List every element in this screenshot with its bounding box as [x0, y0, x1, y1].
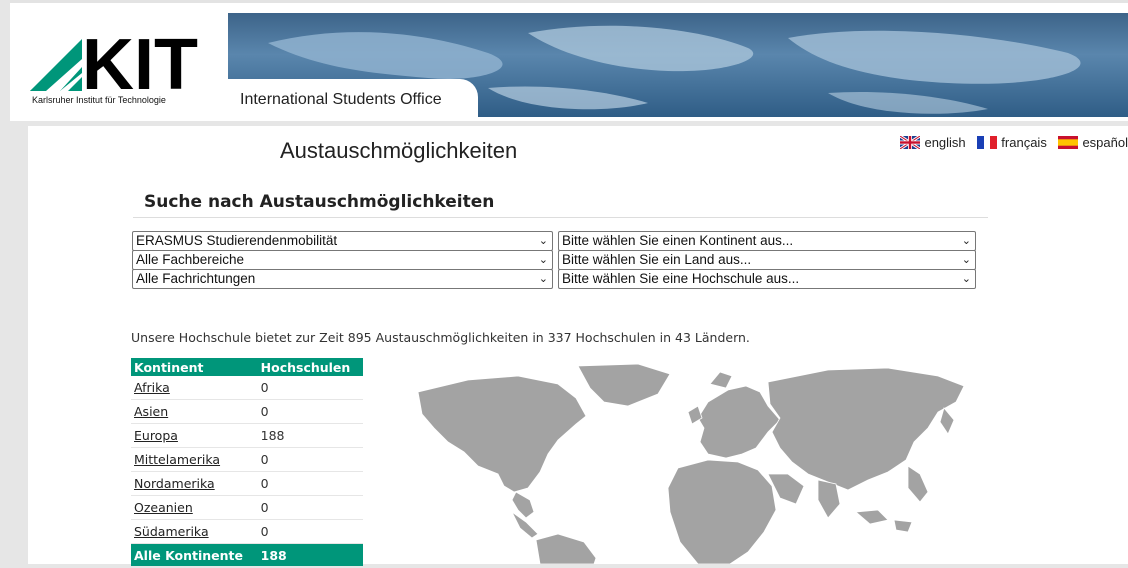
- program-select-value: ERASMUS Studierendenmobilität: [136, 233, 338, 248]
- continent-cell: Ozeanien: [131, 495, 258, 520]
- map-region-greenland: [577, 363, 671, 407]
- lang-french-label: français: [1001, 135, 1047, 150]
- page-title: Austauschmöglichkeiten: [280, 138, 518, 163]
- logo-subtitle: Karlsruher Institut für Technologie: [32, 95, 166, 105]
- table-row: Nordamerika 0: [131, 471, 363, 496]
- map-region-asia: [767, 367, 965, 491]
- continent-link-asien[interactable]: Asien: [134, 404, 168, 419]
- world-map[interactable]: [408, 362, 968, 565]
- chevron-down-icon: ⌄: [961, 273, 971, 285]
- banner-title: International Students Office: [240, 91, 442, 108]
- continent-table: Kontinent Hochschulen Afrika 0 Asien 0 E…: [131, 358, 363, 566]
- heading-divider: [133, 217, 988, 218]
- site-header: KIT Karlsruher Institut für Technologie …: [10, 0, 1128, 121]
- lang-spanish-label: español: [1082, 135, 1128, 150]
- program-select[interactable]: ERASMUS Studierendenmobilität ⌄: [132, 231, 553, 251]
- count-cell: 0: [257, 399, 363, 424]
- field-select[interactable]: Alle Fachrichtungen ⌄: [132, 269, 553, 289]
- department-select-value: Alle Fachbereiche: [136, 252, 245, 267]
- continent-select[interactable]: Bitte wählen Sie einen Kontinent aus... …: [558, 231, 976, 251]
- continent-cell: Mittelamerika: [131, 447, 258, 472]
- continent-select-value: Bitte wählen Sie einen Kontinent aus...: [562, 233, 794, 248]
- total-label: Alle Kontinente: [131, 543, 258, 566]
- language-switcher: english français español: [892, 134, 1128, 152]
- chevron-down-icon: ⌄: [961, 254, 971, 266]
- count-cell: 0: [257, 471, 363, 496]
- table-row: Afrika 0: [131, 376, 363, 400]
- exchange-summary: Unsere Hochschule bietet zur Zeit 895 Au…: [131, 330, 750, 345]
- count-cell: 0: [257, 495, 363, 520]
- lang-english-label: english: [924, 135, 966, 150]
- table-row: Asien 0: [131, 399, 363, 424]
- continent-link-suedamerika[interactable]: Südamerika: [134, 524, 209, 539]
- continent-link-ozeanien[interactable]: Ozeanien: [134, 500, 193, 515]
- country-select-value: Bitte wählen Sie ein Land aus...: [562, 252, 752, 267]
- main-content: english français español Austauschmöglic…: [28, 126, 1128, 566]
- continent-cell: Afrika: [131, 376, 258, 400]
- continent-cell: Nordamerika: [131, 471, 258, 496]
- table-header-row: Kontinent Hochschulen: [131, 358, 363, 376]
- lang-french[interactable]: français: [977, 135, 1047, 150]
- continent-cell: Südamerika: [131, 519, 258, 544]
- continent-link-afrika[interactable]: Afrika: [134, 380, 170, 395]
- lang-spanish[interactable]: español: [1058, 135, 1128, 150]
- continent-link-mittelamerika[interactable]: Mittelamerika: [134, 452, 220, 467]
- lang-english[interactable]: english: [899, 134, 966, 151]
- search-heading: Suche nach Austauschmöglichkeiten: [144, 192, 495, 212]
- continent-cell: Asien: [131, 399, 258, 424]
- table-row: Ozeanien 0: [131, 495, 363, 520]
- column-header-universities: Hochschulen: [257, 358, 363, 376]
- university-select[interactable]: Bitte wählen Sie eine Hochschule aus... …: [558, 269, 976, 289]
- table-total-row: Alle Kontinente 188: [131, 543, 363, 566]
- table-row: Mittelamerika 0: [131, 447, 363, 472]
- table-row: Südamerika 0: [131, 519, 363, 544]
- map-region-south-america: [535, 533, 597, 565]
- count-cell: 0: [257, 519, 363, 544]
- uk-flag-icon: [899, 134, 922, 151]
- map-region-africa: [667, 459, 777, 565]
- table-row: Europa 188: [131, 423, 363, 448]
- column-header-continent: Kontinent: [131, 358, 258, 376]
- university-select-value: Bitte wählen Sie eine Hochschule aus...: [562, 271, 800, 286]
- chevron-down-icon: ⌄: [538, 273, 548, 285]
- france-flag-icon: [977, 136, 998, 149]
- map-region-north-america: [417, 375, 587, 493]
- logo-wordmark: KIT: [82, 25, 198, 93]
- chevron-down-icon: ⌄: [961, 235, 971, 247]
- map-region-europe: [697, 385, 781, 459]
- field-select-value: Alle Fachrichtungen: [136, 271, 256, 286]
- spain-flag-icon: [1058, 136, 1079, 149]
- continent-link-nordamerika[interactable]: Nordamerika: [134, 476, 215, 491]
- department-select[interactable]: Alle Fachbereiche ⌄: [132, 250, 553, 270]
- world-map-banner: International Students Office: [228, 13, 1128, 117]
- continent-link-europa[interactable]: Europa: [134, 428, 178, 443]
- count-cell: 0: [257, 376, 363, 400]
- continent-cell: Europa: [131, 423, 258, 448]
- chevron-down-icon: ⌄: [538, 254, 548, 266]
- chevron-down-icon: ⌄: [538, 235, 548, 247]
- total-count: 188: [257, 543, 363, 566]
- count-cell: 188: [257, 423, 363, 448]
- count-cell: 0: [257, 447, 363, 472]
- country-select[interactable]: Bitte wählen Sie ein Land aus... ⌄: [558, 250, 976, 270]
